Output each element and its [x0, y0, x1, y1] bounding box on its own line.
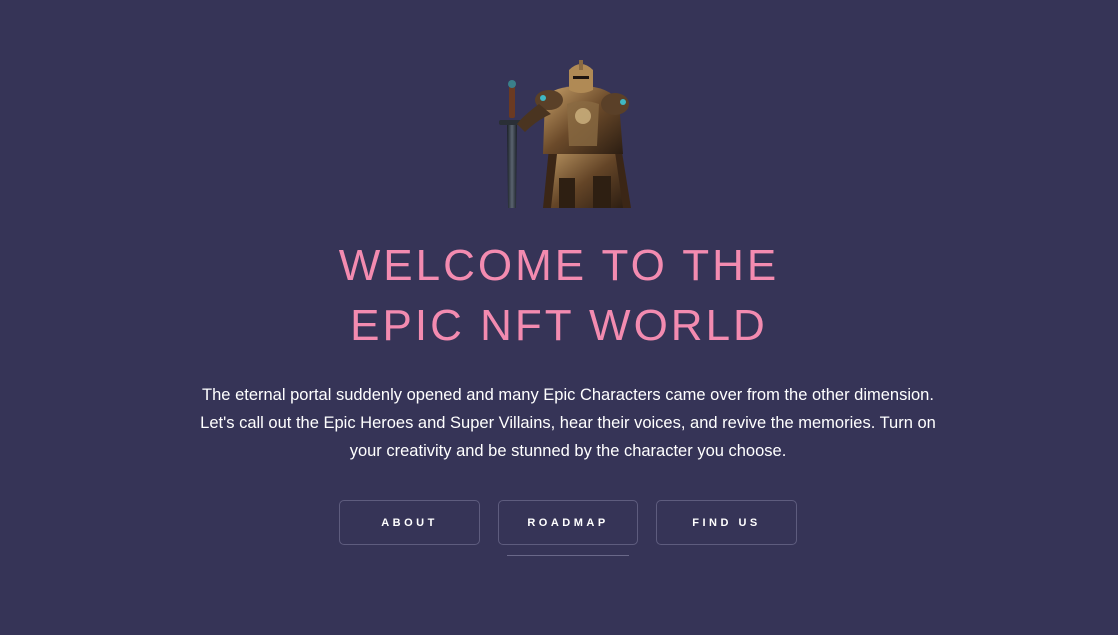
about-button[interactable]: ABOUT [339, 500, 480, 545]
title-line-1: WELCOME TO THE [338, 241, 780, 290]
title-line-2: EPIC NFT WORLD [350, 301, 768, 350]
page: WELCOME TO THE EPIC NFT WORLD The eterna… [0, 0, 1118, 635]
knight-icon [499, 60, 631, 208]
find-us-button[interactable]: FIND US [656, 500, 797, 545]
roadmap-button[interactable]: ROADMAP [498, 500, 638, 545]
hero-description: The eternal portal suddenly opened and m… [200, 386, 936, 460]
active-tab-indicator [507, 555, 629, 556]
page-title: WELCOME TO THE EPIC NFT WORLD [0, 236, 1118, 356]
